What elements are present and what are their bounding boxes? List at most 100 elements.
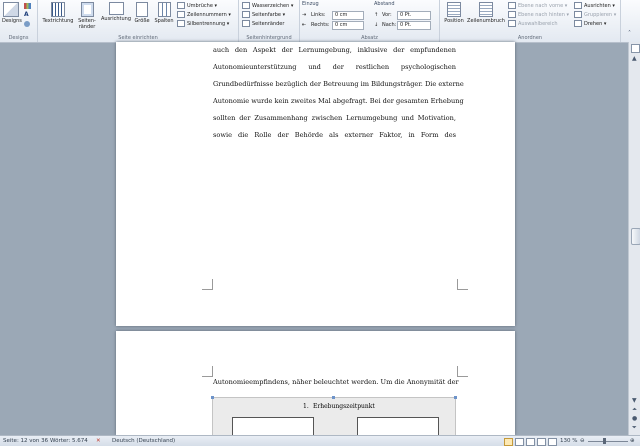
indent-left-input[interactable]: 0 cm	[332, 11, 364, 20]
position-button[interactable]: Position	[443, 2, 465, 24]
next-page-icon[interactable]: ⏷	[632, 424, 637, 432]
word-count[interactable]: Wörter: 5.674	[50, 438, 88, 444]
paragraph-line: auch den Aspekt der Lernumgebung, inklus…	[213, 46, 456, 54]
orientation-icon	[108, 2, 124, 15]
ribbon: Designs A Designs Textrichtung Seiten- r…	[0, 0, 640, 43]
proofing-error-icon[interactable]: ✕	[96, 438, 101, 444]
indent-heading: Einzug	[302, 1, 319, 7]
selection-handle[interactable]	[332, 396, 335, 399]
browse-object-icon[interactable]: ●	[632, 415, 637, 422]
group-button[interactable]: Gruppieren ▾	[574, 11, 616, 19]
page-color-button[interactable]: Seitenfarbe ▾	[242, 11, 285, 19]
crop-mark	[202, 366, 213, 377]
crop-mark	[457, 366, 468, 377]
indent-left-icon: ⇥	[302, 12, 307, 18]
position-icon	[447, 2, 461, 17]
page[interactable]: auch den Aspekt der Lernumgebung, inklus…	[116, 42, 515, 326]
crop-mark	[457, 279, 468, 290]
paragraph-line: Grundbedürfnisse bezüglich der Betreuung…	[213, 80, 464, 88]
size-button[interactable]: Größe	[133, 2, 151, 24]
scroll-down-icon[interactable]: ▼	[632, 397, 637, 404]
status-bar: Seite: 12 von 36 Wörter: 5.674 ✕ Deutsch…	[0, 435, 640, 446]
zoom-slider[interactable]	[588, 441, 628, 442]
crop-mark	[202, 279, 213, 290]
page-count[interactable]: Seite: 12 von 36	[3, 438, 48, 444]
spacing-before-icon: ↑	[374, 12, 379, 18]
indent-right-icon: ⇤	[302, 22, 307, 28]
page-color-icon	[242, 11, 250, 18]
scroll-thumb[interactable]	[631, 228, 640, 245]
paragraph-group-label: Absatz	[361, 35, 378, 41]
theme-fonts-icon[interactable]: A	[24, 12, 31, 18]
margins-button[interactable]: Seiten- ränder	[75, 2, 99, 30]
indent-right-input[interactable]: 0 cm	[332, 21, 364, 30]
breaks-icon	[177, 2, 185, 9]
bring-forward-button[interactable]: Ebene nach vorne ▾	[508, 2, 567, 10]
designs-group: Designs A Designs	[0, 0, 38, 42]
columns-button[interactable]: Spalten	[153, 2, 175, 24]
spacing-after-label: Nach:	[382, 22, 397, 28]
paragraph-line: Autonomieempfindens, näher beleuchtet we…	[213, 378, 459, 386]
wrap-text-button[interactable]: Zeilenumbruch	[467, 2, 505, 24]
arrange-group: Position Zeilenumbruch Ebene nach vorne …	[440, 0, 621, 42]
hyphenation-icon	[177, 20, 185, 27]
selection-handle[interactable]	[211, 396, 214, 399]
paragraph-line: Autonomie wurde kein zweites Mal abgefra…	[213, 97, 464, 105]
bring-forward-icon	[508, 2, 516, 9]
paragraph-line: sowie die Rolle der Behörde als externer…	[213, 131, 456, 139]
page-setup-group: Textrichtung Seiten- ränder Ausrichtung …	[38, 0, 239, 42]
align-button[interactable]: Ausrichten ▾	[574, 2, 615, 10]
theme-effects-icon[interactable]	[24, 21, 30, 27]
indent-right-label: Rechts:	[311, 22, 330, 28]
page-background-group-label: Seitenhintergrund	[246, 35, 292, 41]
previous-page-icon[interactable]: ⏶	[632, 406, 637, 414]
hyphenation-button[interactable]: Silbentrennung ▾	[177, 20, 229, 28]
paragraph-line: Autonomieunterstützung und der restliche…	[213, 63, 456, 71]
page-borders-button[interactable]: Seitenränder	[242, 20, 284, 28]
designs-group-label: Designs	[8, 35, 29, 41]
margins-icon	[80, 2, 94, 17]
page-borders-icon	[242, 20, 250, 27]
wrap-text-icon	[479, 2, 493, 17]
page-background-group: Wasserzeichen ▾ Seitenfarbe ▾ Seitenränd…	[239, 0, 300, 42]
language-indicator[interactable]: Deutsch (Deutschland)	[112, 438, 175, 444]
designs-button[interactable]: Designs	[2, 2, 22, 24]
watermark-icon	[242, 2, 250, 9]
vertical-scrollbar[interactable]: ▲ ▼ ⏶ ● ⏷	[628, 42, 640, 435]
arrange-group-label: Anordnen	[517, 35, 543, 41]
spacing-before-label: Vor:	[382, 12, 392, 18]
diagram-title: Erhebungszeitpunkt	[313, 403, 375, 410]
paragraph-line: sollten der Zusammenhang zwischen Lernum…	[213, 114, 456, 122]
text-direction-icon	[51, 2, 65, 17]
spacing-before-input[interactable]: 0 Pt.	[397, 11, 431, 20]
selection-pane-button[interactable]: Auswahlbereich	[508, 20, 558, 28]
diagram-number: 1.	[303, 403, 309, 410]
selection-handle[interactable]	[454, 396, 457, 399]
rotate-button[interactable]: Drehen ▾	[574, 20, 606, 28]
group-icon	[574, 11, 582, 18]
spacing-after-input[interactable]: 0 Pt.	[397, 21, 431, 30]
watermark-button[interactable]: Wasserzeichen ▾	[242, 2, 293, 10]
send-backward-button[interactable]: Ebene nach hinten ▾	[508, 11, 569, 19]
line-numbers-button[interactable]: Zeilennummern ▾	[177, 11, 231, 19]
zoom-in-icon[interactable]: ⊕	[630, 438, 635, 444]
rotate-icon	[574, 20, 582, 27]
page[interactable]: Autonomieempfindens, näher beleuchtet we…	[116, 331, 515, 442]
breaks-button[interactable]: Umbrüche ▾	[177, 2, 217, 10]
ruler-toggle-icon[interactable]	[631, 44, 640, 53]
indent-left-label: Links:	[311, 12, 326, 18]
collapse-ribbon-icon[interactable]: ˄	[628, 30, 631, 37]
zoom-level[interactable]: 130 %	[560, 438, 577, 444]
zoom-slider-thumb[interactable]	[603, 438, 606, 444]
align-icon	[574, 2, 582, 9]
spacing-heading: Abstand	[374, 1, 395, 7]
zoom-out-icon[interactable]: ⊖	[580, 438, 585, 444]
columns-icon	[157, 2, 171, 17]
text-direction-button[interactable]: Textrichtung	[42, 2, 74, 24]
paragraph-group: Einzug ⇥ Links: 0 cm ⇤ Rechts: 0 cm Abst…	[300, 0, 440, 42]
designs-icon	[3, 2, 19, 17]
send-backward-icon	[508, 11, 516, 18]
theme-colors-icon[interactable]	[24, 3, 31, 9]
orientation-button[interactable]: Ausrichtung	[100, 2, 132, 22]
scroll-up-icon[interactable]: ▲	[632, 55, 637, 62]
